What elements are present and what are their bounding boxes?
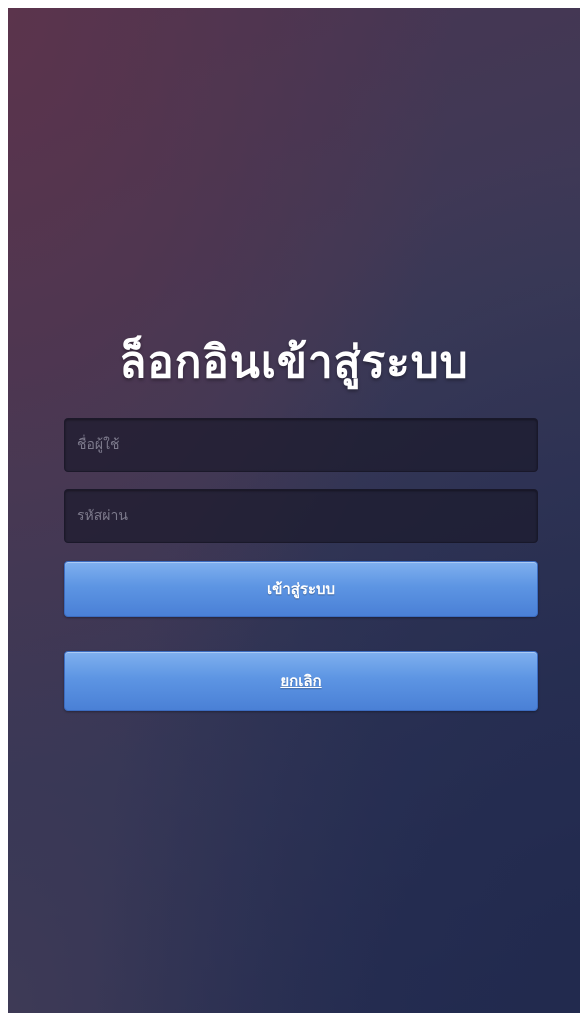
login-button[interactable]: เข้าสู่ระบบ [64, 561, 538, 617]
login-screen: ล็อกอินเข้าสู่ระบบ เข้าสู่ระบบ ยกเลิก [8, 8, 580, 1013]
password-input[interactable] [64, 489, 538, 543]
cancel-button[interactable]: ยกเลิก [64, 651, 538, 711]
page-title: ล็อกอินเข้าสู่ระบบ [119, 337, 469, 388]
login-button-label: เข้าสู่ระบบ [266, 580, 336, 598]
cancel-button-label: ยกเลิก [280, 672, 322, 690]
username-input[interactable] [64, 418, 538, 472]
